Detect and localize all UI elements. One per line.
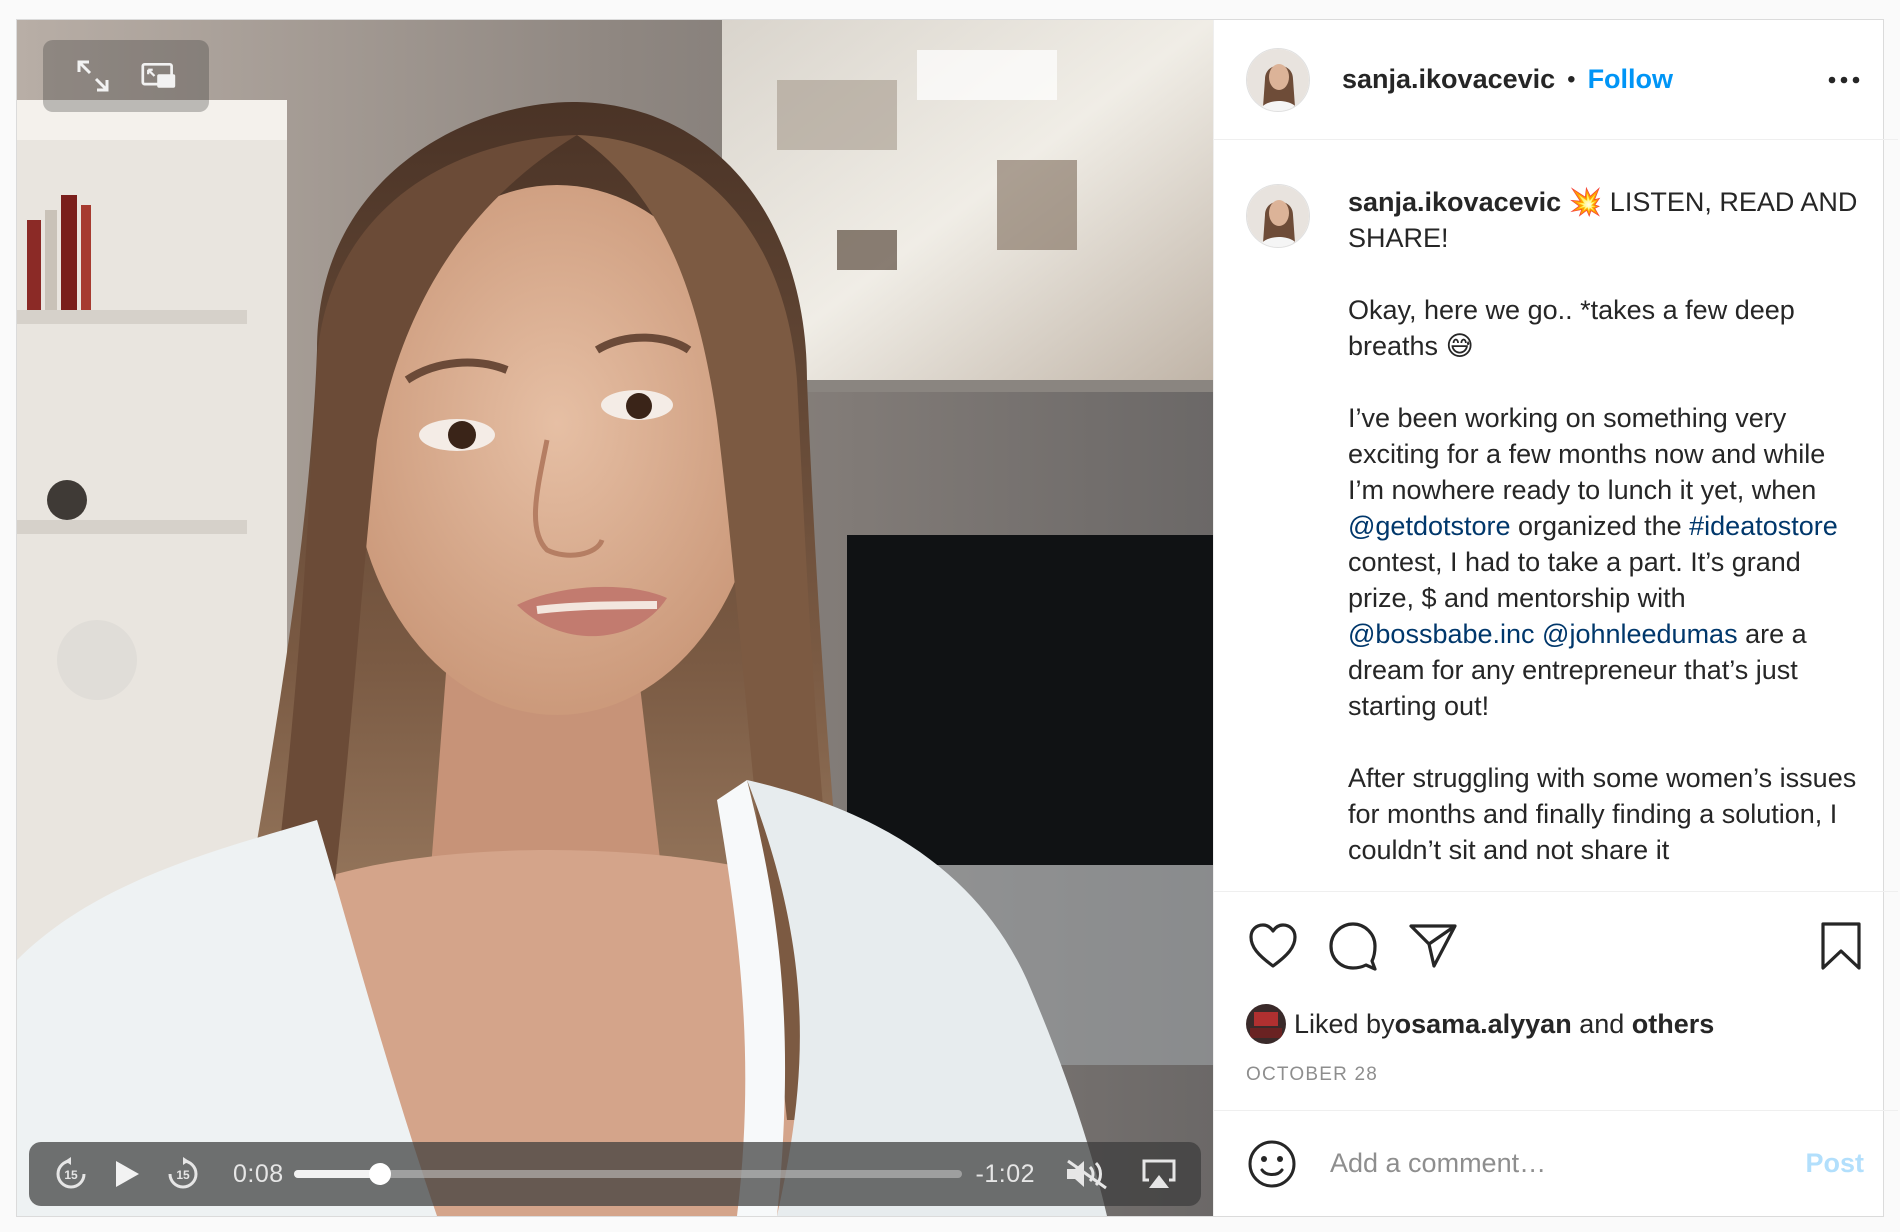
video-scrubber[interactable] (293, 1163, 962, 1185)
post-sidebar: sanja.ikovacevic • Follow sanja.ikovacev… (1213, 20, 1898, 1216)
picture-in-picture-icon[interactable] (141, 58, 177, 94)
video-frame (17, 20, 1213, 1216)
mention-link[interactable]: @getdotstore (1348, 511, 1511, 541)
likes-prefix: Liked by (1294, 1008, 1395, 1039)
video-control-bar: 15 15 0:08 -1:02 (29, 1142, 1201, 1206)
caption-paragraph: Okay, here we go.. *takes a few deep bre… (1348, 292, 1868, 364)
caption-paragraph: sanja.ikovacevic 💥 LISTEN, READ AND SHAR… (1348, 184, 1868, 256)
caption-paragraph: I’ve been working on something very exci… (1348, 400, 1868, 724)
forward-15-icon[interactable]: 15 (163, 1154, 203, 1194)
video-progress-fill (293, 1170, 381, 1178)
smiley-icon[interactable] (1246, 1138, 1298, 1190)
mute-icon[interactable] (1063, 1154, 1111, 1194)
post-header: sanja.ikovacevic • Follow (1214, 20, 1898, 140)
comment-bar: Post (1214, 1110, 1898, 1216)
caption-line: contest, I had to take a part. It’s gran… (1348, 547, 1801, 613)
remaining-time: -1:02 (975, 1159, 1035, 1188)
video-scrubber-thumb[interactable] (369, 1163, 392, 1185)
post-actions (1214, 892, 1898, 1000)
caption-line (1535, 619, 1543, 649)
caption-line: organized the (1510, 511, 1690, 541)
header-username[interactable]: sanja.ikovacevic (1342, 64, 1555, 95)
current-time: 0:08 (233, 1159, 284, 1188)
caption-line: Okay, here we go.. *takes a few deep bre… (1348, 295, 1795, 361)
likes-others-link[interactable]: others (1632, 1009, 1715, 1040)
avatar[interactable] (1246, 1004, 1286, 1044)
post-date: OCTOBER 28 (1246, 1064, 1379, 1085)
likes-summary: Liked by osama.alyyan and others (1214, 1000, 1898, 1048)
sweat-smile-emoji: 😅 (1445, 331, 1474, 361)
airplay-icon[interactable] (1139, 1154, 1179, 1194)
rewind-15-icon[interactable]: 15 (51, 1154, 91, 1194)
svg-text:15: 15 (176, 1168, 190, 1182)
liker-username[interactable]: osama.alyyan (1395, 1009, 1572, 1040)
mention-link[interactable]: @johnleedumas (1542, 619, 1738, 649)
share-icon[interactable] (1406, 919, 1460, 973)
post-dialog: 15 15 0:08 -1:02 sanja.ikovacevic • Foll… (16, 19, 1898, 1217)
heart-icon[interactable] (1246, 919, 1300, 973)
caption-username[interactable]: sanja.ikovacevic (1348, 187, 1561, 217)
bookmark-icon[interactable] (1814, 919, 1868, 973)
svg-text:15: 15 (64, 1168, 78, 1182)
comment-icon[interactable] (1326, 919, 1380, 973)
hashtag-link[interactable]: #ideatostore (1689, 511, 1838, 541)
header-separator: • (1567, 65, 1576, 93)
play-icon[interactable] (107, 1154, 147, 1194)
caption-line: I’ve been working on something very exci… (1348, 403, 1826, 505)
mention-link[interactable]: @bossbabe.inc (1348, 619, 1535, 649)
comment-input[interactable] (1328, 1147, 1806, 1180)
avatar[interactable] (1246, 47, 1310, 112)
video-player[interactable]: 15 15 0:08 -1:02 (17, 20, 1213, 1216)
expand-icon[interactable] (75, 58, 111, 94)
caption-scroll-area[interactable]: sanja.ikovacevic 💥 LISTEN, READ AND SHAR… (1214, 140, 1898, 892)
video-overlay-controls (43, 40, 209, 112)
avatar[interactable] (1246, 184, 1310, 248)
post-comment-button[interactable]: Post (1805, 1148, 1864, 1179)
likes-middle: and (1571, 1008, 1632, 1039)
caption-text: sanja.ikovacevic 💥 LISTEN, READ AND SHAR… (1348, 184, 1868, 891)
follow-button[interactable]: Follow (1588, 64, 1673, 95)
collision-emoji: 💥 (1568, 187, 1603, 217)
caption-paragraph: After struggling with some women’s issue… (1348, 760, 1868, 868)
more-horizontal-icon[interactable] (1824, 65, 1864, 95)
caption-line: After struggling with some women’s issue… (1348, 763, 1857, 865)
